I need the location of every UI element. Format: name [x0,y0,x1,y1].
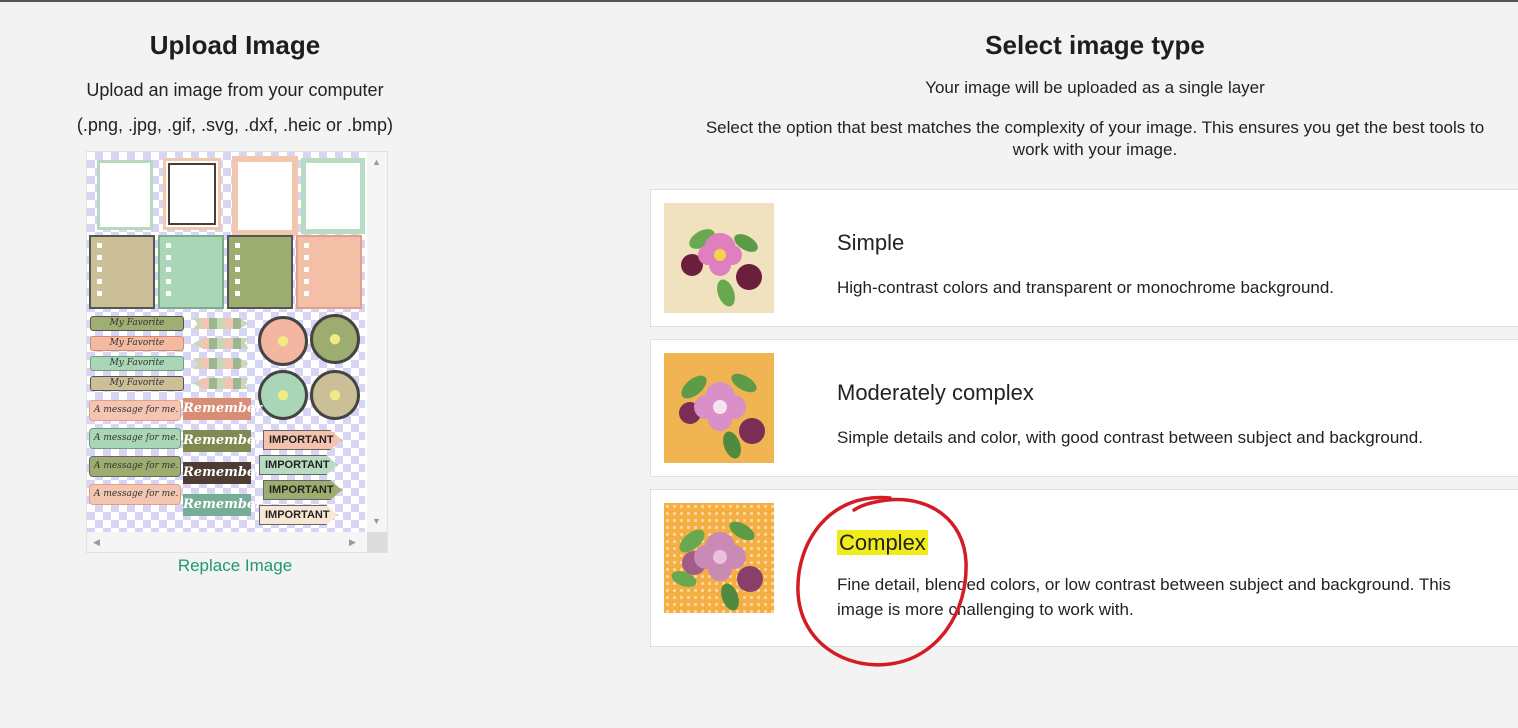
select-type-title: Select image type [985,30,1205,60]
lightbulb-icon: ● [258,316,308,366]
lightbulb-icon: ● [310,314,360,364]
upload-formats: (.png, .jpg, .gif, .svg, .dxf, .heic or … [76,115,394,135]
notebook-tab [227,235,293,309]
select-type-instructions: Select the option that best matches the … [705,118,1485,137]
option-complex[interactable]: Complex Fine detail, blended colors, or … [650,489,1518,647]
option-complex-description-line1: Fine detail, blended colors, or low cont… [837,575,1451,594]
preview-canvas: My Favorite My Favorite My Favorite My F… [87,152,365,532]
important-label: IMPORTANT [263,480,342,500]
option-complex-description: Fine detail, blended colors, or low cont… [837,572,1518,622]
remember-label: Remember [183,398,262,420]
upload-title: Upload Image [149,30,321,60]
favorite-label: My Favorite [90,356,184,371]
favorite-label: My Favorite [90,316,184,331]
highlighted-text: Complex [837,530,928,555]
frame-sticker [232,156,298,236]
remember-label: Remember [183,462,262,484]
option-simple-title: Simple [837,230,905,255]
notebook-tab [158,235,224,309]
frame-sticker [163,158,221,230]
message-label: A message for me. [89,456,181,477]
option-complex-description-line2: image is more challenging to work with. [837,600,1134,619]
scroll-down-icon[interactable]: ▼ [372,516,381,526]
scroll-up-icon[interactable]: ▲ [372,157,381,167]
favorite-label: My Favorite [90,376,184,391]
remember-label: Remember [183,430,262,452]
arrow-strip [193,318,249,329]
scroll-left-icon[interactable]: ◀ [93,537,100,547]
option-simple[interactable]: Simple High-contrast colors and transpar… [650,189,1518,327]
lightbulb-icon: ● [258,370,308,420]
flower-thumbnail-complex [664,503,774,613]
scroll-right-icon[interactable]: ▶ [349,537,356,547]
message-label: A message for me. [89,428,181,449]
frame-sticker [301,158,365,234]
option-moderately-complex[interactable]: Moderately complex Simple details and co… [650,339,1518,477]
arrow-strip [193,358,249,369]
important-label: IMPORTANT [263,430,342,450]
scrollbar-corner [367,532,387,552]
option-moderate-title: Moderately complex [837,380,1034,405]
important-label: IMPORTANT [259,505,338,525]
frame-sticker [97,160,153,230]
option-complex-title: Complex [837,530,928,556]
arrow-strip [193,378,249,389]
top-border [0,0,1518,2]
notebook-tab [89,235,155,309]
flower-thumbnail-simple [664,203,774,313]
option-moderate-description: Simple details and color, with good cont… [837,428,1423,447]
arrow-strip [193,338,249,349]
message-label: A message for me. [89,484,181,505]
vertical-scrollbar[interactable]: ▲ ▼ [367,152,387,532]
lightbulb-icon: ● [310,370,360,420]
upload-subtitle: Upload an image from your computer [86,80,384,100]
notebook-tab [296,235,362,309]
image-preview: My Favorite My Favorite My Favorite My F… [86,151,388,553]
flower-thumbnail-moderate [664,353,774,463]
replace-image-link[interactable]: Replace Image [0,556,470,576]
important-label: IMPORTANT [259,455,338,475]
select-type-subtitle: Your image will be uploaded as a single … [925,78,1265,97]
horizontal-scrollbar[interactable]: ◀ ▶ [87,532,367,552]
remember-label: Remember [183,494,262,516]
favorite-label: My Favorite [90,336,184,351]
select-type-instructions-cont: work with your image. [1012,140,1178,159]
message-label: A message for me. [89,400,181,421]
option-simple-description: High-contrast colors and transparent or … [837,278,1335,297]
